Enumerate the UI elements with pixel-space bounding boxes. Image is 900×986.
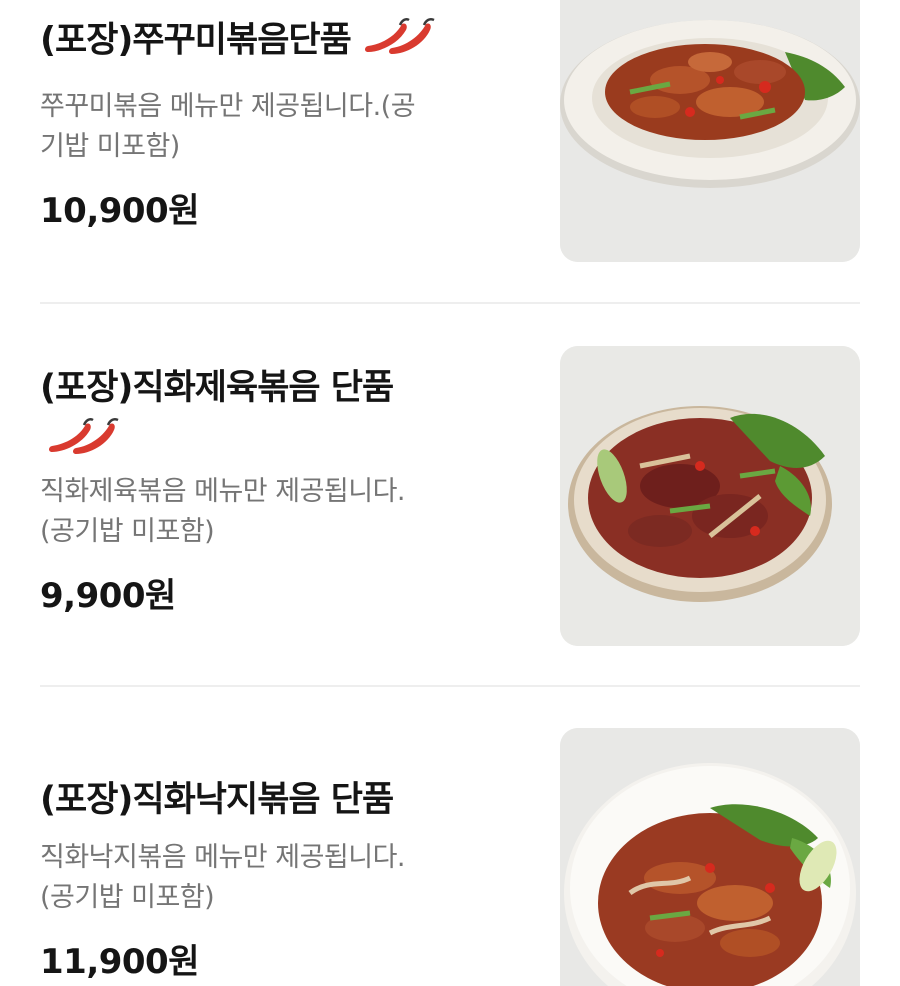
description-line: 직화낙지볶음 메뉴만 제공됩니다. [40,842,406,873]
menu-item-photo [560,0,860,262]
menu-item-description: 직화제육볶음 메뉴만 제공됩니다. (공기밥 미포함) [40,472,520,552]
menu-item-jeyuk[interactable]: (포장)직화제육볶음 단품 직화제육볶음 메뉴만 제공됩니다. (공기밥 미포함… [40,346,860,646]
menu-item-text: (포장)직화제육볶음 단품 직화제육볶음 메뉴만 제공됩니다. (공기밥 미포함… [40,366,520,617]
menu-item-jjukkumi[interactable]: (포장)쭈꾸미볶음단품 쭈꾸미볶음 메뉴만 제공됩니다.(공 기밥 미포함) 1… [40,0,860,300]
chili-pepper-icon [46,414,124,462]
description-line: (공기밥 미포함) [40,516,215,547]
menu-item-title-text: (포장)직화낙지볶음 단품 [40,780,394,820]
description-line: 직화제육볶음 메뉴만 제공됩니다. [40,476,406,507]
chili-pepper-icon [362,14,440,69]
description-line: (공기밥 미포함) [40,882,215,913]
menu-item-description: 쭈꾸미볶음 메뉴만 제공됩니다.(공 기밥 미포함) [40,87,520,167]
menu-item-text: (포장)직화낙지볶음 단품 직화낙지볶음 메뉴만 제공됩니다. (공기밥 미포함… [40,778,520,983]
spicy-indicator [40,414,520,466]
menu-item-title-text: (포장)직화제육볶음 단품 [40,368,394,408]
menu-item-price: 11,900원 [40,942,199,982]
menu-item-description: 직화낙지볶음 메뉴만 제공됩니다. (공기밥 미포함) [40,838,520,918]
description-line: 쭈꾸미볶음 메뉴만 제공됩니다.(공 [40,91,416,122]
divider [40,302,860,304]
menu-item-price: 10,900원 [40,191,199,231]
menu-item-title: (포장)직화낙지볶음 단품 [40,778,520,822]
menu-item-price: 9,900원 [40,576,176,616]
menu-item-photo [560,346,860,646]
menu-item-title: (포장)직화제육볶음 단품 [40,366,520,410]
menu-item-title-text: (포장)쭈꾸미볶음단품 [40,20,352,61]
description-line: 기밥 미포함) [40,131,180,162]
menu-list: (포장)쭈꾸미볶음단품 쭈꾸미볶음 메뉴만 제공됩니다.(공 기밥 미포함) 1… [0,0,900,986]
menu-item-nakji[interactable]: (포장)직화낙지볶음 단품 직화낙지볶음 메뉴만 제공됩니다. (공기밥 미포함… [40,728,860,986]
menu-item-photo [560,728,860,986]
divider [40,685,860,687]
menu-item-text: (포장)쭈꾸미볶음단품 쭈꾸미볶음 메뉴만 제공됩니다.(공 기밥 미포함) 1… [40,14,520,232]
menu-item-title: (포장)쭈꾸미볶음단품 [40,14,520,69]
